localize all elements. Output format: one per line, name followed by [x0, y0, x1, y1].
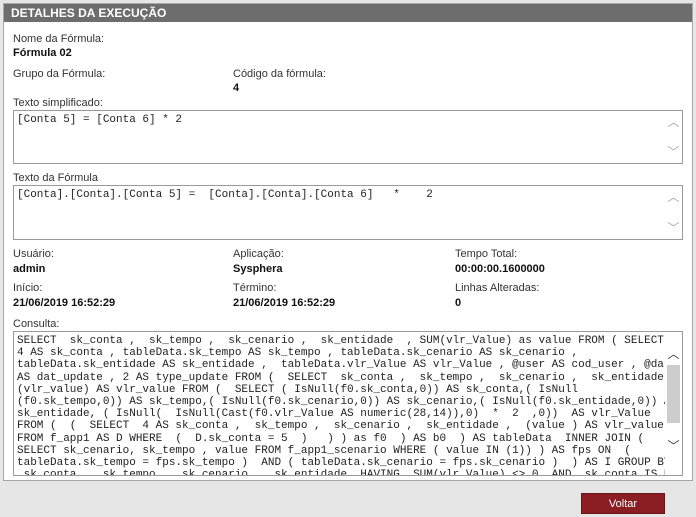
formula-text-area[interactable]: [Conta].[Conta].[Conta 5] = [Conta].[Con… — [13, 185, 683, 240]
formula-text-label: Texto da Fórmula — [13, 172, 98, 184]
rows-changed-value: 0 — [455, 297, 462, 309]
formula-name-value: Fórmula 02 — [13, 47, 72, 59]
chevron-down-icon[interactable]: ﹀ — [665, 439, 682, 453]
formula-group-label: Grupo da Fórmula: — [13, 68, 106, 80]
start-value: 21/06/2019 16:52:29 — [13, 297, 116, 309]
end-label: Término: — [233, 282, 277, 294]
query-line: tableData.sk_tempo = fps.sk_tempo ) AND … — [17, 457, 671, 470]
start-label: Início: — [13, 282, 43, 294]
rows-changed-label: Linhas Alteradas: — [455, 282, 540, 294]
formula-code-label: Código da fórmula: — [233, 68, 326, 80]
query-line: (vlr_value) AS vlr_value FROM ( SELECT (… — [17, 383, 579, 396]
chevron-up-icon[interactable]: ︿ — [665, 115, 682, 129]
formula-text-content: [Conta].[Conta].[Conta 5] = [Conta].[Con… — [17, 189, 433, 201]
user-label: Usuário: — [13, 248, 54, 260]
simplified-text-area[interactable]: [Conta 5] = [Conta 6] * 2 ︿ ﹀ — [13, 110, 683, 164]
query-line: FROM f_app1 AS D WHERE ( D.sk_conta = 5 … — [17, 432, 645, 445]
query-scrollbar[interactable]: ︿ ﹀ — [665, 332, 682, 475]
application-label: Aplicação: — [233, 248, 284, 260]
chevron-down-icon[interactable]: ﹀ — [665, 145, 682, 159]
query-line: tableData.sk_entidade AS sk_entidade , t… — [17, 359, 678, 372]
query-label: Consulta: — [13, 318, 60, 330]
simplified-text-scrollbar[interactable]: ︿ ﹀ — [665, 111, 682, 163]
end-value: 21/06/2019 16:52:29 — [233, 297, 336, 309]
total-time-label: Tempo Total: — [455, 248, 518, 260]
query-line: SELECT sk_cenario, sk_tempo , value FROM… — [17, 444, 631, 457]
chevron-down-icon[interactable]: ﹀ — [665, 221, 682, 235]
chevron-up-icon[interactable]: ︿ — [665, 190, 682, 204]
query-line: sk_entidade, ( IsNull( IsNull(Cast(f0.vl… — [17, 408, 651, 421]
query-text-content: SELECT sk_conta , sk_tempo , sk_cenario … — [17, 335, 683, 476]
user-value: admin — [13, 263, 46, 275]
formula-code-value: 4 — [233, 82, 240, 94]
total-time-value: 00:00:00.1600000 — [455, 263, 545, 275]
back-button[interactable]: Voltar — [581, 493, 665, 514]
formula-name-label: Nome da Fórmula: — [13, 33, 105, 45]
query-line: SELECT sk_conta , sk_tempo , sk_cenario … — [17, 335, 664, 347]
panel-title: DETALHES DA EXECUÇÃO — [4, 4, 692, 22]
simplified-text-content: [Conta 5] = [Conta 6] * 2 — [17, 114, 183, 126]
query-line: sk_conta , sk_tempo , sk_cenario , sk_en… — [17, 469, 683, 476]
chevron-up-icon[interactable]: ︿ — [665, 347, 682, 361]
formula-text-scrollbar[interactable]: ︿ ﹀ — [665, 186, 682, 239]
scrollbar-thumb[interactable] — [667, 365, 680, 423]
query-line: 4 AS sk_conta , tableData.sk_tempo AS sk… — [17, 347, 579, 360]
query-line: AS dat_update , 2 AS type_update FROM ( … — [17, 371, 678, 384]
query-line: (f0.sk_tempo,0)) AS sk_tempo,( IsNull(f0… — [17, 396, 678, 409]
query-line: FROM ( ( SELECT 4 AS sk_conta , sk_tempo… — [17, 420, 664, 433]
simplified-text-label: Texto simplificado: — [13, 97, 103, 109]
application-value: Sysphera — [233, 263, 283, 275]
query-text-area[interactable]: SELECT sk_conta , sk_tempo , sk_cenario … — [13, 331, 683, 476]
